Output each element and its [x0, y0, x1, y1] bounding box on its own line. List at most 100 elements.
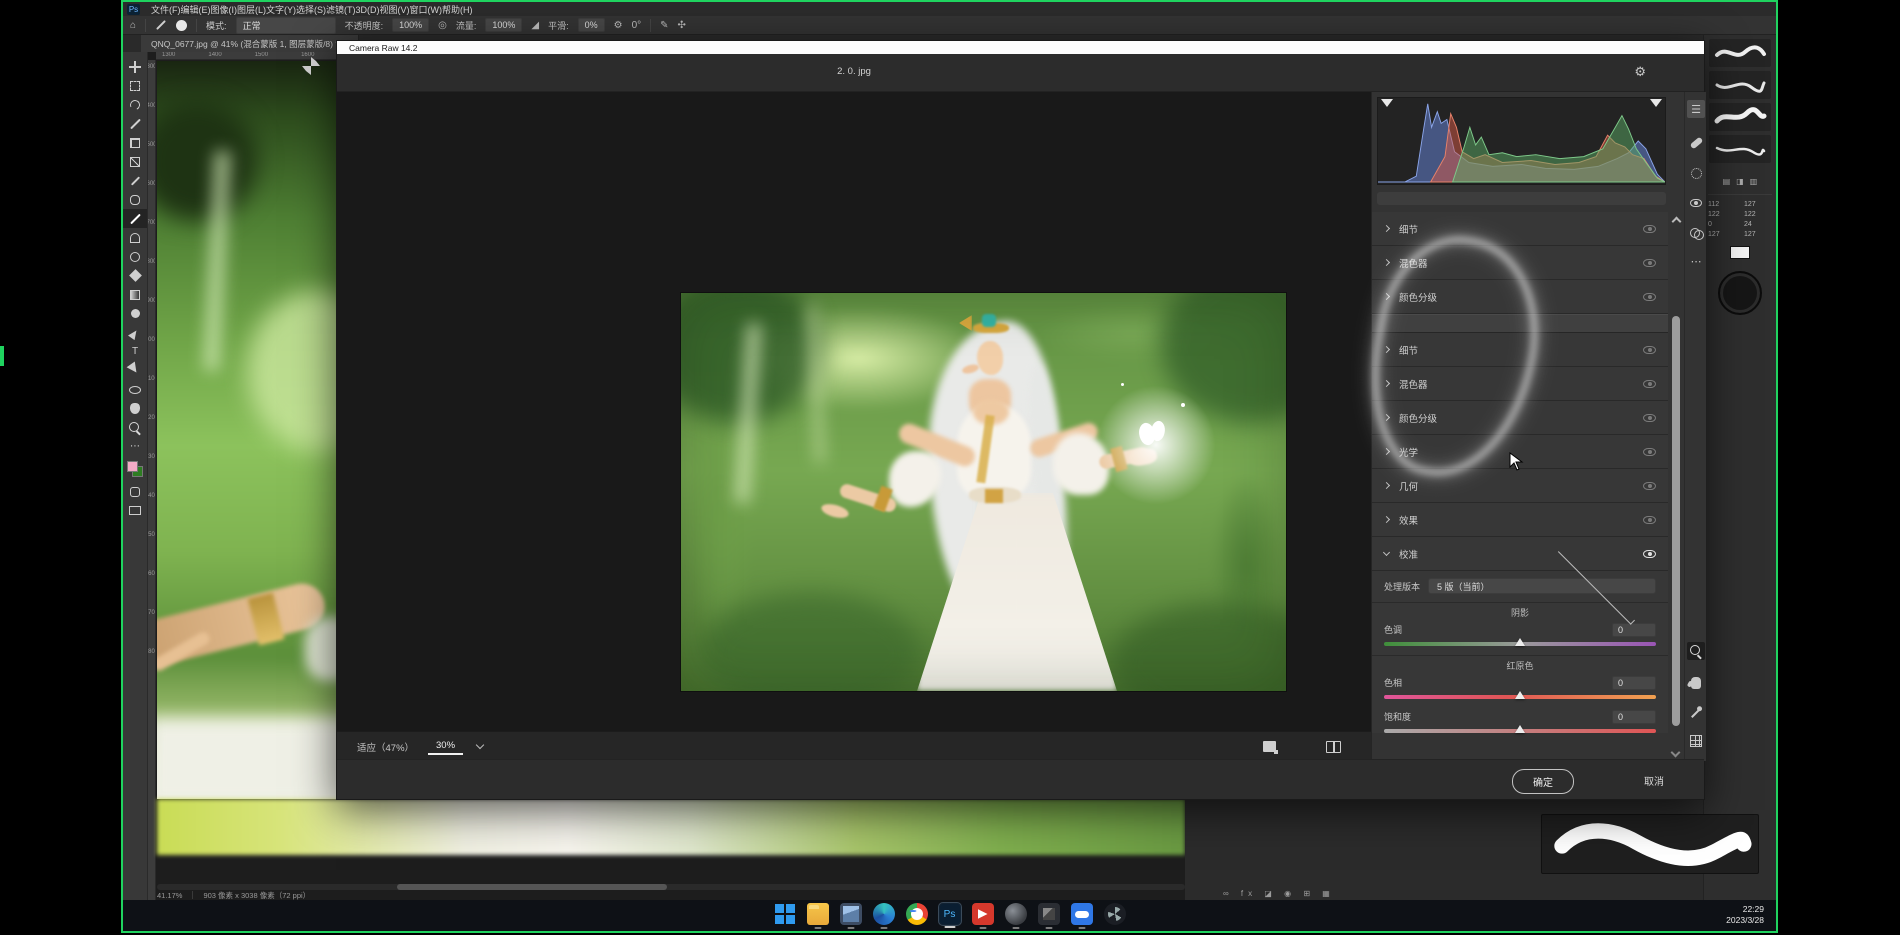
hue-value[interactable]: 0 [1612, 676, 1656, 690]
file-explorer-icon[interactable] [807, 903, 829, 925]
hue-slider[interactable] [1384, 695, 1656, 699]
scroll-down-icon[interactable] [1671, 748, 1681, 758]
panel-tab-icons[interactable]: ▤◨▥ [1704, 177, 1776, 186]
color-swatches[interactable] [123, 456, 147, 482]
media-app-icon[interactable] [972, 903, 994, 925]
frame-tool[interactable] [123, 152, 147, 171]
eraser-tool[interactable] [123, 266, 147, 285]
scrollbar-thumb[interactable] [1672, 316, 1680, 726]
eye-icon[interactable] [1643, 550, 1656, 558]
dodge-tool[interactable] [123, 304, 147, 323]
section-row[interactable]: 细节 [1372, 212, 1668, 246]
process-version-select[interactable]: 5 版（当前） [1428, 578, 1656, 594]
healing-tool-icon[interactable] [1687, 134, 1705, 152]
section-row[interactable]: 颜色分级 [1372, 401, 1668, 435]
netdisk-app-icon[interactable] [1071, 903, 1093, 925]
eye-icon[interactable] [1643, 293, 1656, 301]
section-row[interactable]: 光学 [1372, 435, 1668, 469]
tint-value[interactable]: 0 [1612, 623, 1656, 637]
photoshop-taskbar-icon[interactable]: Ps [939, 903, 961, 925]
scroll-up-icon[interactable] [1672, 217, 1682, 227]
section-row[interactable]: 混色器 [1372, 367, 1668, 401]
menu-item[interactable]: 窗口(W) [410, 5, 443, 15]
move-tool[interactable] [123, 57, 147, 76]
zoom-tool-icon[interactable] [1687, 642, 1705, 660]
symmetry-icon[interactable]: ✣ [678, 20, 686, 31]
flow-value[interactable]: 100% [485, 18, 522, 32]
histogram[interactable] [1377, 97, 1666, 185]
fan-utility-icon[interactable] [1104, 903, 1126, 925]
section-row[interactable]: 几何 [1372, 469, 1668, 503]
eye-icon[interactable] [1643, 414, 1656, 422]
capture-app-icon[interactable] [1038, 903, 1060, 925]
toolbar-more-icon[interactable]: ⋯ [123, 437, 147, 456]
hand-tool-icon[interactable] [1687, 674, 1705, 692]
menu-item[interactable]: 图层(L) [237, 5, 266, 15]
settings-gear-icon[interactable]: ⚙ [1634, 64, 1646, 80]
menu-item[interactable]: 文件(F) [151, 5, 181, 15]
masking-tool-icon[interactable] [1687, 164, 1705, 182]
camera-raw-titlebar[interactable]: Camera Raw 14.2 [337, 41, 1704, 54]
zoom-level-value[interactable]: 30% [428, 738, 463, 755]
eye-icon[interactable] [1643, 380, 1656, 388]
smooth-value[interactable]: 0% [578, 18, 605, 32]
quick-selection-tool[interactable] [123, 114, 147, 133]
start-button[interactable] [774, 903, 796, 925]
eye-icon[interactable] [1643, 482, 1656, 490]
brush-preview-tile[interactable] [1709, 103, 1771, 131]
gradient-tool[interactable] [123, 285, 147, 304]
menu-item[interactable]: 视图(V) [380, 5, 410, 15]
smoothing-gear-icon[interactable]: ⚙ [614, 20, 623, 31]
section-row[interactable]: 细节 [1372, 333, 1668, 367]
menu-item[interactable]: 编辑(E) [181, 5, 211, 15]
menu-item[interactable]: 选择(S) [296, 5, 326, 15]
taskbar-clock[interactable]: 22:29 2023/3/28 [1726, 904, 1764, 927]
presets-icon[interactable] [1687, 224, 1705, 242]
marquee-tool[interactable] [123, 76, 147, 95]
quick-mask-button[interactable] [123, 482, 147, 501]
shape-tool[interactable] [123, 380, 147, 399]
eye-icon[interactable] [1643, 346, 1656, 354]
edit-tool-icon[interactable]: ☰ [1687, 100, 1705, 118]
airbrush-icon[interactable]: ◢ [531, 20, 539, 31]
menu-item[interactable]: 3D(D) [356, 5, 380, 15]
path-select-tool[interactable] [123, 361, 147, 380]
ok-button[interactable]: 确定 [1512, 769, 1574, 794]
before-after-icon[interactable] [1326, 741, 1341, 753]
brush-angle-value[interactable]: 0° [632, 20, 642, 31]
brush-preset-picker[interactable] [176, 20, 187, 31]
panel-scrollbar[interactable] [1668, 212, 1685, 761]
photos-app-icon[interactable] [840, 903, 862, 925]
sphere-app-icon[interactable] [1005, 903, 1027, 925]
eye-icon[interactable] [1643, 259, 1656, 267]
saturation-value[interactable]: 0 [1612, 710, 1656, 724]
brush-preview-tile[interactable] [1709, 39, 1771, 67]
brush-preview-tile[interactable] [1709, 135, 1771, 163]
slider-thumb[interactable] [1515, 638, 1525, 646]
section-row[interactable]: 效果 [1372, 503, 1668, 537]
fit-zoom-button[interactable]: 适应（47%） [357, 740, 414, 754]
crop-tool[interactable] [123, 133, 147, 152]
lasso-tool[interactable] [123, 95, 147, 114]
opacity-value[interactable]: 100% [392, 18, 429, 32]
pen-tool[interactable] [123, 323, 147, 342]
brush-preview-tile[interactable] [1709, 71, 1771, 99]
sampler-tool-icon[interactable] [1687, 704, 1705, 722]
eyedropper-tool[interactable] [123, 171, 147, 190]
grid-overlay-icon[interactable] [1687, 732, 1705, 750]
layers-panel-buttons[interactable]: ∞ fx ◪ ◉ ⊞ ▦ [1223, 889, 1373, 898]
zoom-tool[interactable] [123, 418, 147, 437]
canvas-horizontal-scrollbar[interactable] [157, 884, 1185, 890]
chrome-browser-icon[interactable] [906, 903, 928, 925]
pressure-opacity-icon[interactable]: ◎ [438, 20, 447, 31]
blend-mode-select[interactable]: 正常 [236, 17, 336, 34]
edge-browser-icon[interactable] [873, 903, 895, 925]
history-brush-tool[interactable] [123, 247, 147, 266]
red-eye-tool-icon[interactable] [1687, 194, 1705, 212]
brush-tool[interactable] [123, 209, 147, 228]
clone-stamp-tool[interactable] [123, 228, 147, 247]
hand-tool[interactable] [123, 399, 147, 418]
tint-slider[interactable] [1384, 642, 1656, 646]
home-icon[interactable]: ⌂ [130, 20, 136, 31]
preview-toggle-icon[interactable] [1263, 741, 1276, 752]
